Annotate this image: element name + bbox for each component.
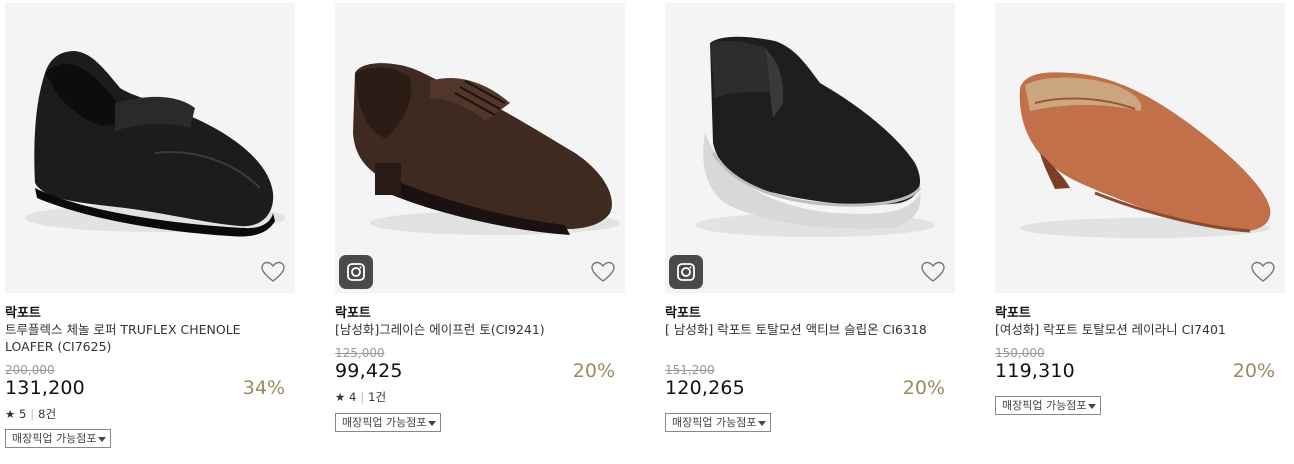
original-price: 125,000 [335,346,385,360]
instagram-glyph [347,263,365,281]
discount-rate: 20% [572,360,615,382]
dropdown-arrow-icon [428,420,437,426]
pickup-label: 매장픽업 가능점포 [1002,399,1087,412]
loafer-shoe-image [25,51,285,237]
store-pickup-dropdown[interactable]: 매장픽업 가능점포 [665,413,772,432]
flat-shoe-image [1019,72,1271,238]
brand-name: 락포트 [665,306,701,321]
review-count: 8건 [38,407,57,421]
slip-on-shoe-image [695,36,935,237]
product-image[interactable] [335,3,625,293]
heart-icon[interactable] [1251,261,1275,283]
brand-name: 락포트 [995,306,1031,321]
product-title[interactable]: [ 남성화] 락포트 토탈모션 액티브 슬립온 CI6318 [665,321,950,338]
pickup-label: 매장픽업 가능점포 [12,432,97,445]
original-price: 200,000 [5,363,55,377]
review-count: 1건 [368,390,387,404]
sale-price: 120,265 [665,377,745,399]
product-title[interactable]: [여성화] 락포트 토탈모션 레이라니 CI7401 [995,321,1280,338]
sale-price: 119,310 [995,360,1075,382]
pickup-label: 매장픽업 가능점포 [672,416,757,429]
store-pickup-dropdown[interactable]: 매장픽업 가능점포 [995,396,1102,415]
brand-name: 락포트 [335,306,371,321]
rating-score: 4 [348,390,357,404]
dropdown-arrow-icon [758,420,767,426]
instagram-glyph [677,263,695,281]
original-price: 150,000 [995,346,1045,360]
rating: ★ 5 | 8건 [5,406,56,422]
instagram-icon[interactable] [669,255,703,289]
star-icon: ★ [335,390,346,404]
rating-separator: | [30,407,35,421]
rating: ★ 4 | 1건 [335,389,386,405]
product-image[interactable] [995,3,1285,293]
product-title[interactable]: [남성화]그레이슨 에이프런 토(CI9241) [335,321,620,338]
product-card[interactable]: 락포트 [ 남성화] 락포트 토탈모션 액티브 슬립온 CI6318 151,2… [665,3,955,432]
pickup-label: 매장픽업 가능점포 [342,416,427,429]
original-price: 151,200 [665,363,715,377]
dropdown-arrow-icon [1088,403,1097,409]
rating-score: 5 [18,407,27,421]
discount-rate: 34% [242,377,285,399]
brand-name: 락포트 [5,306,41,321]
dropdown-arrow-icon [98,436,107,442]
sale-price: 131,200 [5,377,85,399]
product-image[interactable] [665,3,955,293]
product-title[interactable]: 트루플렉스 체놀 로퍼 TRUFLEX CHENOLE LOAFER (CI76… [5,321,290,355]
product-card[interactable]: 락포트 트루플렉스 체놀 로퍼 TRUFLEX CHENOLE LOAFER (… [5,3,295,448]
product-card[interactable]: 락포트 [여성화] 락포트 토탈모션 레이라니 CI7401 150,000 1… [995,3,1285,415]
oxford-shoe-image [353,63,620,235]
discount-rate: 20% [902,377,945,399]
sale-price: 99,425 [335,360,403,382]
store-pickup-dropdown[interactable]: 매장픽업 가능점포 [335,413,442,432]
star-icon: ★ [5,407,16,421]
heart-icon[interactable] [591,261,615,283]
product-image[interactable] [5,3,295,293]
discount-rate: 20% [1232,360,1275,382]
heart-icon[interactable] [261,261,285,283]
instagram-icon[interactable] [339,255,373,289]
store-pickup-dropdown[interactable]: 매장픽업 가능점포 [5,429,112,448]
heart-icon[interactable] [921,261,945,283]
rating-separator: | [360,390,365,404]
product-card[interactable]: 락포트 [남성화]그레이슨 에이프런 토(CI9241) 125,000 99,… [335,3,625,432]
